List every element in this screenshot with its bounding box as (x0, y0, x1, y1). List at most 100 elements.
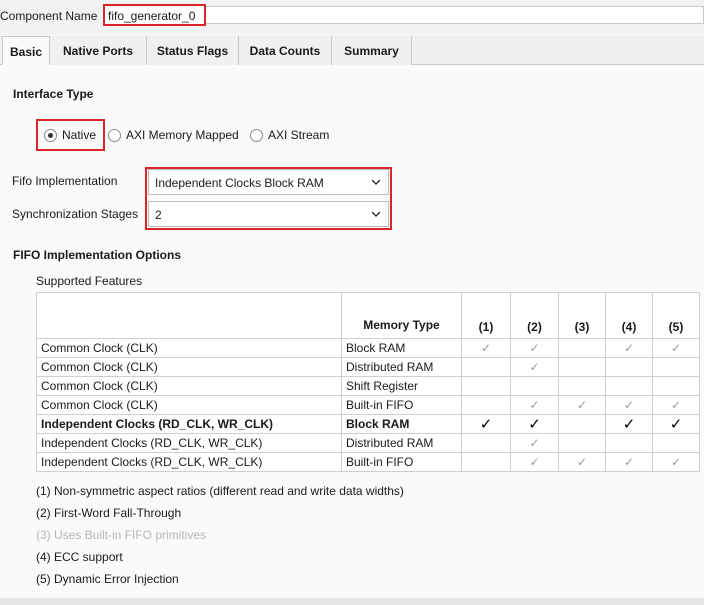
fifo-implementation-select[interactable]: Independent Clocks Block RAM (148, 169, 389, 195)
feature-cell-2: ✓ (510, 395, 559, 415)
radio-axi-memory-mapped[interactable]: AXI Memory Mapped (108, 128, 239, 142)
feature-cell-4: ✓ (605, 395, 653, 415)
feature-cell-1 (461, 376, 511, 396)
feature-cell-4 (605, 433, 653, 453)
checkmark-icon: ✓ (480, 341, 492, 355)
component-name-label: Component Name (0, 9, 98, 23)
clock-cell: Independent Clocks (RD_CLK, WR_CLK) (36, 452, 342, 472)
memory-type-cell: Built-in FIFO (341, 452, 462, 472)
tab-basic[interactable]: Basic (2, 36, 50, 65)
clock-cell: Common Clock (CLK) (36, 395, 342, 415)
component-name-input[interactable]: fifo_generator_0 (103, 4, 206, 26)
feature-cell-5: ✓ (652, 395, 700, 415)
checkmark-icon: ✓ (623, 398, 635, 412)
checkmark-icon: ✓ (529, 360, 540, 374)
memory-type-cell: Distributed RAM (341, 357, 462, 377)
table-row: Common Clock (CLK) Block RAM ✓ ✓ ✓ ✓ (36, 338, 700, 358)
radio-native-indicator[interactable] (44, 128, 57, 142)
feature-cell-4 (605, 376, 653, 396)
feature-cell-4 (605, 357, 653, 377)
sync-stages-select[interactable]: 2 (148, 201, 389, 227)
feature-cell-3 (558, 376, 606, 396)
checkmark-icon: ✓ (670, 341, 682, 355)
checkmark-icon: ✓ (669, 416, 683, 433)
radio-native-label: Native (62, 128, 97, 142)
memory-type-cell: Block RAM (341, 338, 462, 358)
header-memory-type: Memory Type (341, 292, 462, 339)
supported-features-table: Memory Type (1) (2) (3) (4) (5) Common C… (36, 292, 700, 472)
checkmark-icon: ✓ (670, 455, 682, 469)
feature-cell-2: ✓ (510, 452, 559, 472)
feature-cell-4: ✓ (605, 338, 653, 358)
table-row: Independent Clocks (RD_CLK, WR_CLK) Built… (36, 452, 700, 472)
clock-cell: Common Clock (CLK) (36, 357, 342, 377)
header-col-5: (5) (652, 292, 700, 339)
feature-cell-5 (652, 357, 700, 377)
header-col-4: (4) (605, 292, 653, 339)
memory-type-cell: Block RAM (341, 414, 462, 434)
sync-stages-label: Synchronization Stages (12, 207, 139, 221)
bottom-bar (0, 598, 704, 605)
footnote-4: (4) ECC support (36, 550, 123, 564)
table-header-row: Memory Type (1) (2) (3) (4) (5) (36, 292, 700, 339)
radio-axi-stream-indicator[interactable] (250, 128, 263, 142)
feature-cell-3 (558, 414, 606, 434)
feature-cell-3 (558, 338, 606, 358)
feature-cell-1 (461, 357, 511, 377)
feature-cell-3 (558, 433, 606, 453)
tab-native-ports[interactable]: Native Ports (50, 36, 147, 65)
header-col-3: (3) (558, 292, 606, 339)
checkmark-icon: ✓ (529, 341, 540, 355)
table-row: Independent Clocks (RD_CLK, WR_CLK) Distr… (36, 433, 700, 453)
feature-cell-2: ✓ (510, 414, 559, 434)
feature-cell-5 (652, 433, 700, 453)
radio-axi-stream-label: AXI Stream (268, 128, 330, 142)
clock-cell: Common Clock (CLK) (36, 376, 342, 396)
checkmark-icon: ✓ (576, 455, 588, 469)
feature-cell-5: ✓ (652, 414, 700, 434)
radio-native[interactable]: Native (44, 128, 96, 142)
checkmark-icon: ✓ (479, 416, 493, 433)
feature-cell-2: ✓ (510, 338, 559, 358)
table-row: Common Clock (CLK) Shift Register (36, 376, 700, 396)
clock-cell: Common Clock (CLK) (36, 338, 342, 358)
feature-cell-4: ✓ (605, 414, 653, 434)
checkmark-icon: ✓ (576, 398, 588, 412)
memory-type-cell: Distributed RAM (341, 433, 462, 453)
feature-cell-5 (652, 376, 700, 396)
table-row: Independent Clocks (RD_CLK, WR_CLK) Block… (36, 414, 700, 434)
radio-axi-memory-mapped-label: AXI Memory Mapped (126, 128, 239, 142)
checkmark-icon: ✓ (623, 341, 635, 355)
tab-status-flags[interactable]: Status Flags (147, 36, 239, 65)
chevron-down-icon (372, 179, 380, 186)
header-col-1: (1) (461, 292, 511, 339)
checkmark-icon: ✓ (529, 436, 540, 450)
chevron-down-icon (372, 211, 380, 218)
fifo-implementation-label: Fifo Implementation (12, 174, 118, 188)
checkmark-icon: ✓ (622, 416, 636, 433)
memory-type-cell: Built-in FIFO (341, 395, 462, 415)
feature-cell-1: ✓ (461, 338, 511, 358)
radio-axi-stream[interactable]: AXI Stream (250, 128, 329, 142)
feature-cell-1: ✓ (461, 414, 511, 434)
fifo-options-title: FIFO Implementation Options (13, 248, 181, 262)
footnote-3: (3) Uses Built-in FIFO primitives (36, 528, 207, 542)
feature-cell-5: ✓ (652, 338, 700, 358)
checkmark-icon: ✓ (528, 416, 541, 433)
feature-cell-1 (461, 395, 511, 415)
table-row: Common Clock (CLK) Distributed RAM ✓ (36, 357, 700, 377)
feature-cell-3: ✓ (558, 395, 606, 415)
footnote-5: (5) Dynamic Error Injection (36, 572, 179, 586)
header-clock (36, 292, 342, 339)
feature-cell-2 (510, 376, 559, 396)
feature-cell-3 (558, 357, 606, 377)
tab-data-counts[interactable]: Data Counts (239, 36, 332, 65)
tab-summary[interactable]: Summary (332, 36, 412, 65)
checkmark-icon: ✓ (529, 455, 540, 469)
fifo-implementation-value: Independent Clocks Block RAM (155, 176, 324, 190)
feature-cell-1 (461, 452, 511, 472)
checkmark-icon: ✓ (670, 398, 682, 412)
feature-cell-1 (461, 433, 511, 453)
component-name-field-extension[interactable] (206, 6, 704, 24)
radio-axi-memory-mapped-indicator[interactable] (108, 128, 121, 142)
